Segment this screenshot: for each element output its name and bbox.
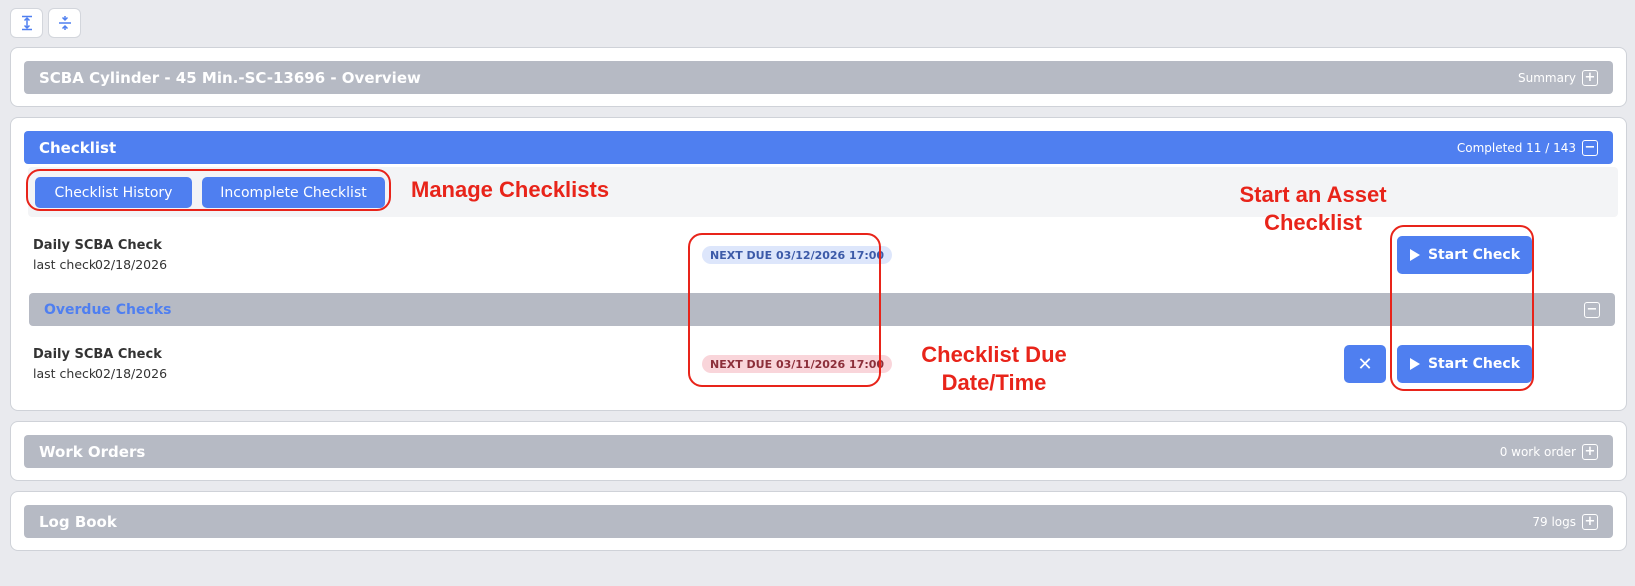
overdue-title: Overdue Checks [44, 301, 172, 318]
summary-label: Summary [1518, 70, 1576, 85]
due-date-highlight [688, 233, 881, 387]
check-item-name: Daily SCBA Check [33, 238, 162, 253]
log-book-card: Log Book 79 logs + [10, 491, 1627, 551]
collapse-all-icon [58, 16, 71, 30]
last-check-label: last check [33, 366, 97, 381]
work-orders-header[interactable]: Work Orders 0 work order + [24, 435, 1613, 468]
start-check-highlight [1390, 225, 1534, 391]
dismiss-button[interactable]: ✕ [1344, 345, 1386, 383]
work-orders-card: Work Orders 0 work order + [10, 421, 1627, 481]
checklist-title: Checklist [39, 138, 117, 157]
manage-checklists-highlight [26, 169, 391, 211]
collapse-minus-icon[interactable]: − [1584, 301, 1600, 318]
close-icon: ✕ [1357, 353, 1373, 375]
completed-count: Completed 11 / 143 [1456, 140, 1576, 155]
overview-card: SCBA Cylinder - 45 Min.-SC-13696 - Overv… [10, 47, 1627, 107]
expand-plus-icon[interactable]: + [1582, 513, 1598, 530]
expand-all-button[interactable] [10, 8, 43, 38]
collapse-minus-icon[interactable]: − [1582, 139, 1598, 156]
last-check-date: 02/18/2026 [95, 257, 168, 272]
start-checklist-annotation: Start an Asset Checklist [1215, 181, 1411, 237]
start-annotation-line2: Checklist [1264, 210, 1362, 235]
due-date-annotation: Checklist Due Date/Time [900, 341, 1088, 397]
collapse-all-button[interactable] [48, 8, 81, 38]
checklist-header[interactable]: Checklist Completed 11 / 143 − [24, 131, 1613, 164]
log-count: 79 logs [1532, 514, 1576, 529]
manage-checklists-annotation: Manage Checklists [411, 177, 610, 202]
due-annotation-line2: Date/Time [941, 370, 1047, 395]
due-annotation-line1: Checklist Due [921, 342, 1067, 367]
expand-plus-icon[interactable]: + [1582, 443, 1598, 460]
log-book-title: Log Book [39, 512, 117, 531]
work-order-count: 0 work order [1499, 444, 1576, 459]
overview-header[interactable]: SCBA Cylinder - 45 Min.-SC-13696 - Overv… [24, 61, 1613, 94]
work-orders-title: Work Orders [39, 442, 146, 461]
expand-plus-icon[interactable]: + [1582, 69, 1598, 86]
last-check-label: last check [33, 257, 97, 272]
log-book-header[interactable]: Log Book 79 logs + [24, 505, 1613, 538]
expand-all-icon [21, 15, 32, 31]
start-annotation-line1: Start an Asset [1239, 182, 1387, 207]
overview-title: SCBA Cylinder - 45 Min.-SC-13696 - Overv… [39, 68, 421, 87]
check-item-name: Daily SCBA Check [33, 347, 162, 362]
last-check-date: 02/18/2026 [95, 366, 168, 381]
